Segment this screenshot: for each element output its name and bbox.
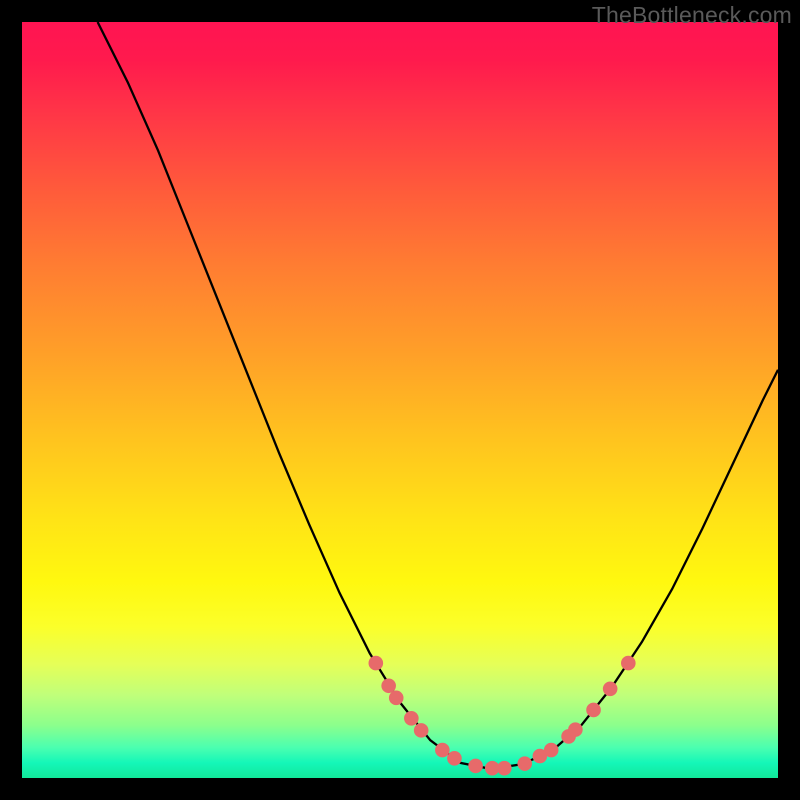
data-marker (381, 678, 396, 693)
data-marker (621, 656, 636, 671)
data-marker (586, 703, 601, 718)
data-marker (435, 743, 450, 758)
bottleneck-curve (98, 22, 778, 769)
data-marker (603, 681, 618, 696)
data-marker (369, 656, 384, 671)
data-marker (468, 759, 483, 774)
data-marker (389, 691, 404, 706)
data-marker (414, 723, 429, 738)
marker-group (369, 656, 636, 776)
chart-svg (22, 22, 778, 778)
data-marker (447, 751, 462, 766)
data-marker (517, 756, 532, 771)
plot-area (22, 22, 778, 778)
data-marker (404, 711, 419, 726)
data-marker (544, 743, 559, 758)
chart-frame: TheBottleneck.com (0, 0, 800, 800)
watermark-text: TheBottleneck.com (592, 2, 792, 29)
data-marker (497, 761, 512, 776)
data-marker (568, 722, 583, 737)
